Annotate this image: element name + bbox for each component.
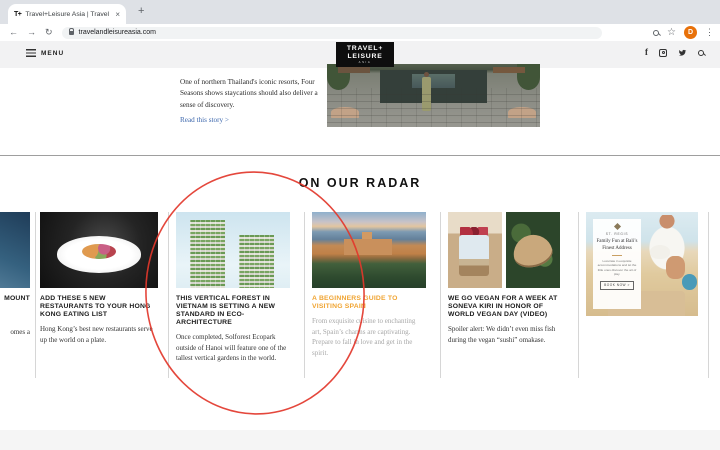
tab-title: Travel+Leisure Asia | Travel Ti: [25, 11, 111, 18]
lounge-chair-shape: [493, 67, 525, 73]
twitter-icon[interactable]: [678, 49, 687, 57]
ad-brand: ST. REGIS: [606, 232, 629, 236]
instagram-icon[interactable]: [659, 49, 667, 57]
cake-photo-shape: [448, 212, 502, 288]
food-shape: [82, 244, 115, 259]
forward-icon[interactable]: →: [27, 28, 36, 37]
featured-story-image[interactable]: [327, 64, 540, 127]
card-image[interactable]: [176, 212, 290, 288]
card-image[interactable]: [40, 212, 158, 288]
sushi-photo-shape: [506, 212, 560, 288]
next-section-edge: [0, 430, 720, 450]
search-icon[interactable]: [698, 50, 704, 56]
ad-image[interactable]: ST. REGIS Family Fun at Bali’s Finest Ad…: [586, 212, 698, 316]
card-image[interactable]: [448, 212, 560, 288]
crest-icon: [613, 223, 620, 230]
hamburger-icon: [26, 49, 36, 57]
toolbar-right-icons: ☆ D ⋮: [653, 24, 714, 41]
card-title[interactable]: THIS VERTICAL FOREST IN VIETNAM IS SETTI…: [176, 295, 290, 327]
child-figure: [666, 256, 685, 279]
radar-card-vegan[interactable]: WE GO VEGAN FOR A WEEK AT SONEVA KIRI IN…: [448, 212, 560, 345]
card-body: From exquisite cuisine to enchanting art…: [312, 316, 426, 358]
ad-headline: Family Fun at Bali’s Finest Address: [596, 239, 638, 252]
address-bar[interactable]: travelandleisureasia.com: [62, 27, 602, 39]
child-hat-shape: [650, 245, 670, 259]
site-favicon-icon: T+: [14, 11, 21, 18]
tower-shape: [190, 220, 225, 288]
browser-window: T+ Travel+Leisure Asia | Travel Ti × + ←…: [0, 0, 720, 450]
site-logo[interactable]: TRAVEL+ LEISURE ASIA: [336, 42, 394, 67]
browser-toolbar: ← → ↻ travelandleisureasia.com: [0, 24, 720, 42]
floatie-shape: [682, 274, 697, 290]
menu-label: MENU: [41, 50, 64, 57]
section-heading: ON OUR RADAR: [0, 176, 720, 190]
browser-menu-icon[interactable]: ⋮: [705, 28, 714, 37]
card-divider: [440, 212, 441, 378]
radar-card-spain[interactable]: A BEGINNERS GUIDE TO VISITING SPAIN From…: [312, 212, 426, 358]
featured-story-body: One of northern Thailand's iconic resort…: [180, 77, 322, 110]
url-text: travelandleisureasia.com: [79, 29, 156, 36]
facebook-icon[interactable]: f: [645, 48, 648, 57]
card-title-fragment[interactable]: MOUNT: [0, 295, 30, 303]
card-body: Hong Kong’s best new restaurants serve u…: [40, 324, 158, 345]
site-menu-button[interactable]: MENU: [26, 49, 64, 57]
pool-shape: [380, 70, 487, 103]
ad-body: Luxuriate in exquisite accommodations an…: [596, 259, 638, 277]
logo-line1: TRAVEL+: [347, 45, 383, 52]
new-tab-button[interactable]: +: [138, 5, 144, 17]
stone-shape: [331, 107, 359, 118]
tower-shape: [239, 235, 274, 288]
card-image[interactable]: [0, 212, 30, 288]
radar-card-cutoff[interactable]: MOUNT omes a: [0, 212, 30, 338]
tab-close-icon[interactable]: ×: [115, 10, 120, 19]
card-body: Spoiler alert: We didn’t even miss fish …: [448, 324, 560, 345]
zoom-icon[interactable]: [653, 30, 659, 36]
section-divider: [0, 155, 720, 156]
fortress-shape: [344, 239, 392, 254]
person-figure: [422, 77, 431, 111]
reload-icon[interactable]: ↻: [45, 28, 53, 37]
logo-line2: LEISURE: [347, 53, 382, 60]
card-image[interactable]: [312, 212, 426, 288]
card-title[interactable]: WE GO VEGAN FOR A WEEK AT SONEVA KIRI IN…: [448, 295, 560, 319]
stone-shape: [508, 107, 536, 118]
read-this-story-link[interactable]: Read this story >: [180, 116, 229, 124]
ad-overlay: ST. REGIS Family Fun at Bali’s Finest Ad…: [593, 219, 641, 309]
st-regis-ad[interactable]: ST. REGIS Family Fun at Bali’s Finest Ad…: [586, 212, 698, 316]
radar-card-vertical-forest[interactable]: THIS VERTICAL FOREST IN VIETNAM IS SETTI…: [176, 212, 290, 364]
card-divider: [708, 212, 709, 378]
card-title[interactable]: A BEGINNERS GUIDE TO VISITING SPAIN: [312, 295, 426, 311]
back-icon[interactable]: ←: [9, 28, 18, 37]
social-icons: f: [645, 48, 704, 57]
lounge-chair-shape: [338, 67, 370, 73]
browser-tab-bar: T+ Travel+Leisure Asia | Travel Ti × +: [0, 0, 720, 24]
profile-avatar[interactable]: D: [684, 26, 697, 39]
radar-card-hong-kong[interactable]: ADD THESE 5 NEW RESTAURANTS TO YOUR HONG…: [40, 212, 158, 345]
card-divider: [578, 212, 579, 378]
card-body: Once completed, Solforest Ecopark outsid…: [176, 332, 290, 364]
lock-icon: [69, 31, 74, 35]
card-divider: [168, 212, 169, 378]
card-title[interactable]: ADD THESE 5 NEW RESTAURANTS TO YOUR HONG…: [40, 295, 158, 319]
card-divider: [35, 212, 36, 378]
card-body-fragment: omes a: [0, 327, 30, 338]
book-now-button[interactable]: BOOK NOW >: [600, 281, 634, 290]
browser-tab[interactable]: T+ Travel+Leisure Asia | Travel Ti ×: [8, 4, 126, 24]
logo-line3: ASIA: [359, 61, 372, 64]
ad-divider: [612, 255, 622, 256]
card-divider: [304, 212, 305, 378]
bookmark-star-icon[interactable]: ☆: [667, 28, 676, 38]
